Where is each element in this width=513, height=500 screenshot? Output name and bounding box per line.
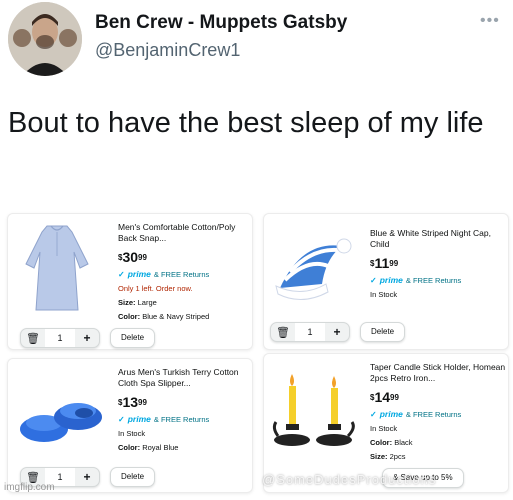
check-icon: ✓: [118, 414, 125, 424]
delete-button[interactable]: Delete: [360, 322, 406, 342]
nightshirt-image[interactable]: [22, 222, 92, 312]
trash-icon[interactable]: 🗑: [21, 332, 45, 345]
product-title[interactable]: Taper Candle Stick Holder, Homean 2pcs R…: [370, 362, 506, 384]
prime-badge: ✓ prime & FREE Returns: [370, 409, 462, 419]
product-price: $1399: [118, 394, 147, 410]
author-handle[interactable]: @BenjaminCrew1: [95, 40, 240, 61]
stock-status: In Stock: [118, 429, 146, 438]
check-icon: ✓: [370, 275, 377, 285]
cart-item: Blue & White Striped Night Cap, Child $1…: [263, 213, 509, 350]
plus-icon[interactable]: +: [75, 470, 99, 484]
check-icon: ✓: [370, 409, 377, 419]
candle-holder-image[interactable]: [270, 370, 362, 452]
product-title[interactable]: Blue & White Striped Night Cap, Child: [370, 228, 504, 250]
avatar[interactable]: [8, 2, 82, 76]
overlay-watermark: @SomeDudesProductions: [262, 472, 437, 487]
delete-button[interactable]: Delete: [110, 467, 156, 487]
tweet-text: Bout to have the best sleep of my life: [8, 107, 484, 139]
plus-icon[interactable]: +: [325, 325, 349, 339]
size-detail: Size: Large: [118, 298, 157, 307]
product-price: $3099: [118, 249, 147, 265]
quantity-stepper[interactable]: 🗑 1 +: [270, 322, 350, 342]
quantity-value[interactable]: 1: [295, 323, 325, 341]
cart-item: Men's Comfortable Cotton/Poly Back Snap.…: [7, 213, 253, 350]
stock-status: In Stock: [370, 290, 398, 299]
delete-button[interactable]: Delete: [110, 328, 156, 348]
product-price: $1499: [370, 389, 399, 405]
watermark: imgflip.com: [4, 482, 55, 493]
cart-item: Arus Men's Turkish Terry Cotton Cloth Sp…: [7, 358, 253, 493]
color-detail: Color: Blue & Navy Striped: [118, 312, 210, 321]
size-detail: Size: 2pcs: [370, 452, 406, 461]
color-detail: Color: Black: [370, 438, 413, 447]
stock-status: In Stock: [370, 424, 398, 433]
stock-status: Only 1 left. Order now.: [118, 284, 193, 293]
more-horizontal-icon[interactable]: •••: [480, 12, 500, 30]
trash-icon[interactable]: 🗑: [271, 326, 295, 339]
product-price: $1199: [370, 255, 399, 271]
prime-badge: ✓ prime & FREE Returns: [118, 269, 210, 279]
quantity-stepper[interactable]: 🗑 1 +: [20, 328, 100, 348]
color-detail: Color: Royal Blue: [118, 443, 179, 452]
author-name[interactable]: Ben Crew - Muppets Gatsby: [95, 12, 347, 34]
slippers-image[interactable]: [18, 389, 104, 449]
prime-badge: ✓ prime & FREE Returns: [370, 275, 462, 285]
quantity-value[interactable]: 1: [45, 329, 75, 347]
prime-badge: ✓ prime & FREE Returns: [118, 414, 210, 424]
check-icon: ✓: [118, 269, 125, 279]
night-cap-image[interactable]: [272, 228, 362, 308]
product-title[interactable]: Arus Men's Turkish Terry Cotton Cloth Sp…: [118, 367, 248, 389]
product-title[interactable]: Men's Comfortable Cotton/Poly Back Snap.…: [118, 222, 246, 244]
plus-icon[interactable]: +: [75, 331, 99, 345]
